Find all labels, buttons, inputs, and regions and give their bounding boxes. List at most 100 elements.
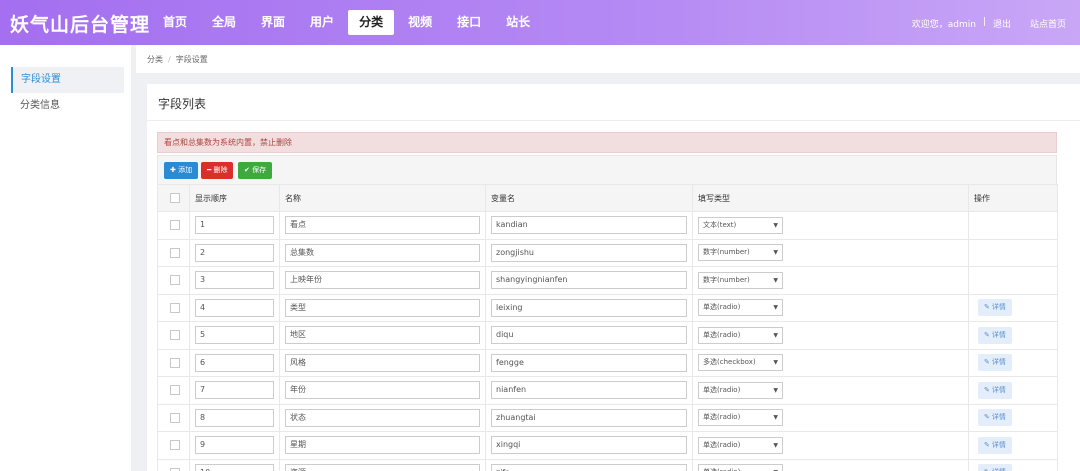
- var-cell: shangyingnianfen: [485, 266, 693, 295]
- save-button[interactable]: ✔ 保存: [238, 162, 273, 179]
- order-input[interactable]: 7: [195, 381, 274, 400]
- detail-label: 详情: [991, 385, 1006, 394]
- nav-item[interactable]: 用户: [299, 10, 345, 35]
- row-checkbox[interactable]: [170, 440, 180, 451]
- type-select[interactable]: 单选(radio)▼: [698, 299, 783, 317]
- order-input[interactable]: 3: [195, 271, 274, 290]
- breadcrumb-root[interactable]: 分类: [147, 54, 163, 65]
- row-checkbox[interactable]: [170, 385, 180, 396]
- type-cell: 单选(radio)▼: [692, 321, 969, 350]
- order-cell: 2: [189, 238, 280, 267]
- table-row: 4 类型 leixing 单选(radio) ▼ ✎ 详情: [157, 293, 1058, 322]
- var-input[interactable]: zifa: [491, 463, 687, 471]
- row-checkbox[interactable]: [170, 330, 180, 341]
- name-input[interactable]: 总集数: [285, 243, 480, 262]
- order-input[interactable]: 5: [195, 326, 274, 345]
- type-cell: 多选(checkbox) ▼: [692, 348, 969, 377]
- detail-button[interactable]: ✎详情: [978, 464, 1012, 471]
- nav-item[interactable]: 首页: [152, 10, 198, 35]
- type-select[interactable]: 单选(radio)▼: [698, 436, 783, 454]
- name-input[interactable]: 状态: [285, 408, 480, 427]
- name-input[interactable]: 风格: [285, 353, 480, 372]
- add-button[interactable]: ✚ 添加: [164, 162, 199, 179]
- nav-item[interactable]: 视频: [397, 10, 443, 35]
- action-cell: ✎详情: [968, 431, 1058, 460]
- row-checkbox[interactable]: [170, 247, 180, 258]
- name-input[interactable]: 资源: [285, 463, 480, 471]
- row-check-cell: [157, 431, 190, 460]
- type-select[interactable]: 单选(radio)▼: [698, 464, 783, 471]
- nav-item[interactable]: 界面: [250, 10, 296, 35]
- order-input[interactable]: 1: [195, 216, 274, 235]
- name-input[interactable]: 年份: [285, 381, 480, 400]
- type-cell: 单选(radio)▼: [692, 458, 969, 471]
- row-check-cell: [157, 458, 190, 471]
- name-cell: 星期: [279, 431, 486, 460]
- nav-item[interactable]: 接口: [446, 10, 492, 35]
- action-cell: [968, 238, 1058, 267]
- sidebar-item-category-info[interactable]: 分类信息: [11, 93, 124, 119]
- table-row: 9 星期 xingqi 单选(radio) ▼ ✎ 详情: [157, 431, 1058, 460]
- type-select[interactable]: 文本(text) ▼: [698, 216, 783, 234]
- var-input[interactable]: zhuangtai: [491, 408, 687, 427]
- header-action: 操作: [968, 184, 1058, 212]
- type-select[interactable]: 单选(radio)▼: [698, 326, 783, 344]
- var-input[interactable]: zongjishu: [491, 243, 687, 262]
- detail-button[interactable]: ✎详情: [978, 299, 1012, 317]
- type-select[interactable]: 数字(number) ▼: [698, 271, 783, 289]
- var-input[interactable]: shangyingnianfen: [491, 271, 687, 290]
- order-input[interactable]: 10: [195, 463, 274, 471]
- select-all-checkbox[interactable]: [170, 193, 180, 203]
- var-input[interactable]: diqu: [491, 326, 687, 345]
- name-cell: 总集数: [279, 238, 486, 267]
- nav-item[interactable]: 站长: [495, 10, 541, 35]
- var-cell: kandian: [485, 211, 693, 240]
- type-cell: 文本(text) ▼: [692, 211, 969, 240]
- order-cell: 8: [189, 403, 280, 432]
- logout-link[interactable]: 退出: [993, 17, 1011, 30]
- nav-item[interactable]: 分类: [348, 10, 395, 35]
- row-checkbox[interactable]: [170, 220, 180, 231]
- order-input[interactable]: 9: [195, 436, 274, 455]
- name-input[interactable]: 类型: [285, 298, 480, 317]
- type-select[interactable]: 数字(number) ▼: [698, 244, 783, 262]
- row-checkbox[interactable]: [170, 302, 180, 313]
- order-input[interactable]: 8: [195, 408, 274, 427]
- action-cell: ✎详情: [968, 403, 1058, 432]
- order-cell: 4: [189, 293, 280, 322]
- sidebar-item-field-settings[interactable]: 字段设置: [11, 67, 124, 93]
- var-input[interactable]: fengge: [491, 353, 687, 372]
- type-select[interactable]: 单选(radio)▼: [698, 381, 783, 399]
- delete-button[interactable]: ━ 删除: [201, 162, 234, 179]
- action-cell: ✎详情: [968, 348, 1058, 377]
- nav-item[interactable]: 全局: [201, 10, 247, 35]
- row-check-cell: [157, 403, 190, 432]
- detail-button[interactable]: ✎详情: [978, 381, 1012, 399]
- var-input[interactable]: kandian: [491, 216, 687, 235]
- action-cell: ✎详情: [968, 293, 1058, 322]
- site-home-link[interactable]: 站点首页: [1030, 17, 1066, 30]
- order-cell: 5: [189, 321, 280, 350]
- name-input[interactable]: 星期: [285, 436, 480, 455]
- var-input[interactable]: xingqi: [491, 436, 687, 455]
- row-checkbox[interactable]: [170, 412, 180, 423]
- var-input[interactable]: nianfen: [491, 381, 687, 400]
- detail-button[interactable]: ✎详情: [978, 354, 1012, 372]
- name-input[interactable]: 看点: [285, 216, 480, 235]
- row-checkbox[interactable]: [170, 357, 180, 368]
- order-input[interactable]: 2: [195, 243, 274, 262]
- type-select[interactable]: 多选(checkbox) ▼: [698, 354, 783, 372]
- detail-button[interactable]: ✎详情: [978, 436, 1012, 454]
- name-input[interactable]: 地区: [285, 326, 480, 345]
- var-input[interactable]: leixing: [491, 298, 687, 317]
- name-input[interactable]: 上映年份: [285, 271, 480, 290]
- order-input[interactable]: 4: [195, 298, 274, 317]
- detail-label: 详情: [991, 413, 1006, 422]
- order-input[interactable]: 6: [195, 353, 274, 372]
- detail-button[interactable]: ✎详情: [978, 409, 1012, 427]
- detail-button[interactable]: ✎详情: [978, 326, 1012, 344]
- row-checkbox[interactable]: [170, 275, 180, 286]
- type-select[interactable]: 单选(radio)▼: [698, 409, 783, 427]
- order-cell: 6: [189, 348, 280, 377]
- type-select-value: 单选(radio): [703, 413, 741, 422]
